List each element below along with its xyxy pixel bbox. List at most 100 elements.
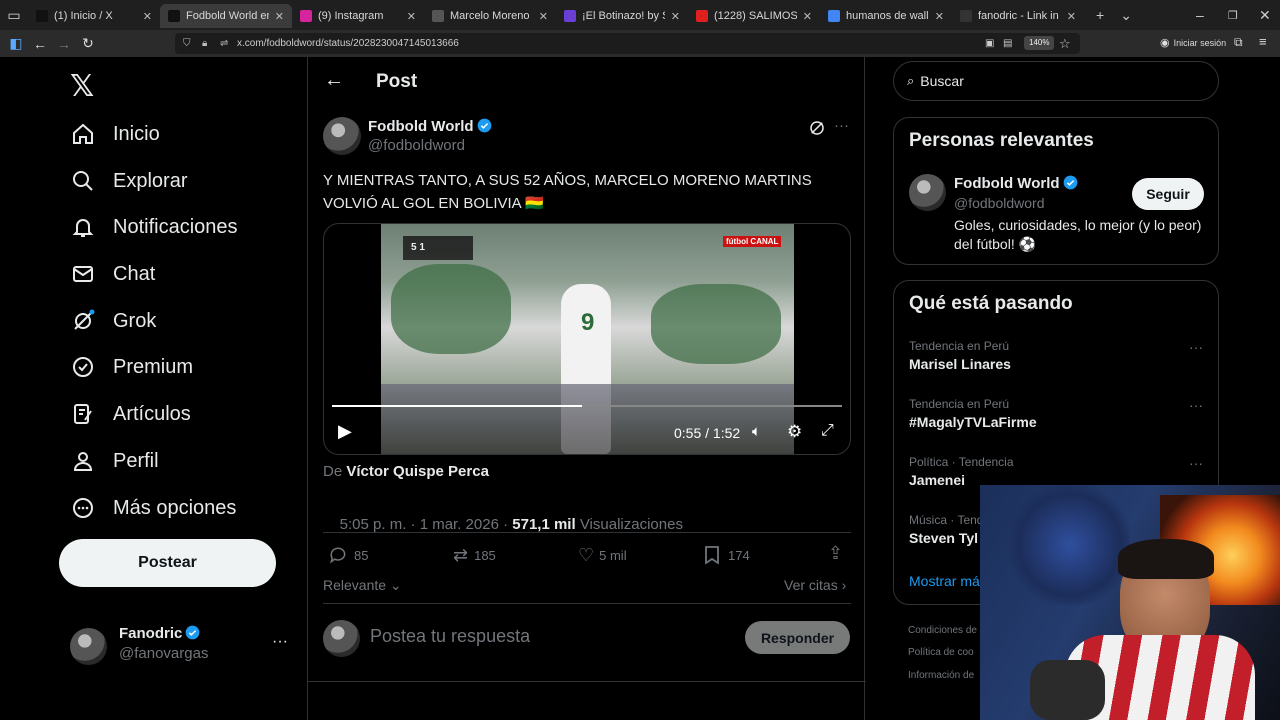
footer-link[interactable]: Información de — [908, 670, 974, 681]
extensions-icon[interactable]: ⧉ — [1234, 35, 1243, 50]
tab-overflow-chevron-icon[interactable]: ⌄ — [1120, 7, 1132, 24]
share-icon[interactable]: ⇪ — [828, 543, 843, 564]
tab-close-icon[interactable]: ✕ — [407, 10, 416, 23]
relevant-people-card: Personas relevantes Fodbold World @fodbo… — [893, 117, 1219, 265]
site-info-icon[interactable]: ⇌ — [220, 38, 228, 49]
tab-close-icon[interactable]: ✕ — [803, 10, 812, 23]
zoom-badge[interactable]: 140% — [1024, 36, 1055, 50]
nav-item[interactable]: Perfil — [70, 441, 159, 481]
browser-menu-icon[interactable]: ≡ — [1259, 34, 1267, 49]
shield-icon[interactable]: ⛉ — [183, 38, 191, 49]
nav-item[interactable]: Premium — [70, 347, 193, 387]
trend-item[interactable]: Tendencia en Perú #MagalyTVLaFirme ··· — [909, 397, 1209, 430]
picture-in-picture-icon[interactable]: ▣ — [985, 38, 994, 49]
browser-tab[interactable]: (1) Inicio / X ✕ — [28, 4, 160, 28]
post-more-icon[interactable]: ··· — [834, 117, 849, 134]
trend-item[interactable]: Política · Tendencia Jamenei ··· — [909, 455, 1209, 488]
more-icon[interactable]: ··· — [1189, 397, 1203, 413]
nav-item[interactable]: Inicio — [70, 114, 160, 154]
reader-view-icon[interactable]: ▤ — [1003, 38, 1012, 49]
view-quotes-link[interactable]: Ver citas › — [784, 577, 846, 593]
verified-badge-icon — [185, 625, 200, 640]
footer-link[interactable]: Condiciones de — [908, 625, 977, 636]
author-avatar[interactable] — [323, 117, 361, 155]
browser-tab[interactable]: Marcelo Moreno (Oriente P ✕ — [424, 4, 556, 28]
browser-tab[interactable]: Fodbold World en X: "Y MI ✕ — [160, 4, 292, 28]
nav-item[interactable]: Chat — [70, 254, 155, 294]
play-icon[interactable]: ▶ — [338, 421, 352, 442]
volume-icon[interactable]: 🔈︎ — [752, 423, 761, 440]
reply-button[interactable]: Responder — [745, 621, 850, 654]
trend-item[interactable]: Tendencia en Perú Marisel Linares ··· — [909, 339, 1209, 372]
like-action[interactable]: ♡ 5 mil — [578, 545, 627, 566]
follow-button[interactable]: Seguir — [1132, 178, 1204, 210]
tab-favicon-icon — [432, 10, 444, 22]
new-tab-icon[interactable]: + — [1096, 7, 1104, 23]
browser-tab[interactable]: fanodric - Link in Bio & Cre ✕ — [952, 4, 1084, 28]
post-button[interactable]: Postear — [59, 539, 276, 587]
search-input[interactable]: ⌕ Buscar — [893, 61, 1219, 101]
bookmark-action[interactable]: 174 — [704, 545, 750, 565]
minimize-window-icon[interactable]: – — [1196, 7, 1204, 23]
reply-input[interactable]: Postea tu respuesta — [370, 626, 730, 647]
browser-tab[interactable]: humanos de wall-e - Busca ✕ — [820, 4, 952, 28]
bookmark-star-icon[interactable]: ☆ — [1059, 36, 1071, 52]
tab-close-icon[interactable]: ✕ — [275, 10, 284, 23]
left-navigation: 𝕏 Inicio Explorar Notificaciones Chat Grok Pr… — [0, 57, 307, 720]
signin-label: Iniciar sesión — [1173, 37, 1227, 48]
forward-icon[interactable]: → — [52, 36, 76, 52]
video-player[interactable]: 9 5 1 fútbol CANAL ▶ 0:55 / 1:52 🔈︎ ⚙ ⤢ — [323, 223, 851, 455]
person-name[interactable]: Fodbold World — [954, 175, 1060, 192]
lock-icon[interactable]: 🔒︎ — [202, 38, 207, 49]
browser-tab[interactable]: (9) Instagram ✕ — [292, 4, 424, 28]
channel-logo: fútbol CANAL — [723, 236, 782, 247]
nav-item[interactable]: Notificaciones — [70, 207, 238, 247]
tab-close-icon[interactable]: ✕ — [143, 10, 152, 23]
post-timestamp[interactable]: 5:05 p. m. · 1 mar. 2026 · — [340, 516, 513, 533]
repost-action[interactable]: ⇄ 185 — [453, 545, 496, 566]
scoreboard: 5 1 — [403, 236, 473, 260]
x-logo-icon[interactable]: 𝕏 — [70, 69, 94, 104]
tab-close-icon[interactable]: ✕ — [935, 10, 944, 23]
author-handle[interactable]: @fodboldword — [368, 137, 465, 154]
tab-label: (1) Inicio / X — [54, 10, 113, 22]
home-icon — [70, 121, 96, 147]
credit-name[interactable]: Víctor Quispe Perca — [346, 463, 489, 480]
settings-gear-icon[interactable]: ⚙ — [787, 422, 802, 442]
nav-item[interactable]: Artículos — [70, 394, 191, 434]
nav-item[interactable]: Más opciones — [70, 488, 236, 528]
sidebar-toggle-icon[interactable]: ◧ — [4, 35, 28, 52]
more-icon[interactable]: ··· — [1189, 455, 1203, 471]
grok-icon[interactable] — [808, 119, 826, 137]
tab-close-icon[interactable]: ✕ — [671, 10, 680, 23]
account-switcher[interactable]: Fanodric @fanovargas ··· — [70, 625, 290, 669]
person-avatar[interactable] — [909, 174, 946, 211]
footer-link[interactable]: Política de coo — [908, 647, 974, 658]
more-icon[interactable]: ··· — [272, 633, 288, 651]
credit-prefix: De — [323, 463, 343, 480]
person-handle[interactable]: @fodboldword — [954, 195, 1045, 211]
signin-button[interactable]: ◉ Iniciar sesión — [1160, 36, 1226, 49]
close-window-icon[interactable]: ✕ — [1259, 7, 1271, 24]
restore-window-icon[interactable]: ❐ — [1228, 9, 1238, 22]
like-count: 5 mil — [599, 548, 627, 563]
repost-count: 185 — [474, 548, 496, 563]
fullscreen-icon[interactable]: ⤢ — [821, 422, 834, 440]
show-more-link[interactable]: Mostrar má — [909, 573, 980, 589]
sort-relevant-dropdown[interactable]: Relevante ⌄ — [323, 577, 402, 594]
browser-tab[interactable]: ¡El Botinazo! by Salimos Ma ✕ — [556, 4, 688, 28]
reload-icon[interactable]: ↻ — [76, 35, 100, 52]
nav-item[interactable]: Grok — [70, 301, 156, 341]
nav-item[interactable]: Explorar — [70, 161, 187, 201]
reply-action[interactable]: 85 — [328, 545, 368, 565]
back-icon[interactable]: ← — [28, 36, 52, 52]
tab-list-icon[interactable]: ▭ — [0, 7, 28, 24]
author-name[interactable]: Fodbold World — [368, 118, 474, 135]
more-icon[interactable]: ··· — [1189, 339, 1203, 355]
address-bar[interactable]: ⛉ 🔒︎ ⇌ x.com/fodboldword/status/20282300… — [175, 33, 1080, 54]
tab-close-icon[interactable]: ✕ — [539, 10, 548, 23]
video-progress-fill — [332, 405, 582, 407]
back-arrow-icon[interactable]: ← — [324, 69, 344, 92]
browser-tab[interactable]: (1228) SALIMOS MAL PARA ✕ — [688, 4, 820, 28]
tab-close-icon[interactable]: ✕ — [1067, 10, 1076, 23]
